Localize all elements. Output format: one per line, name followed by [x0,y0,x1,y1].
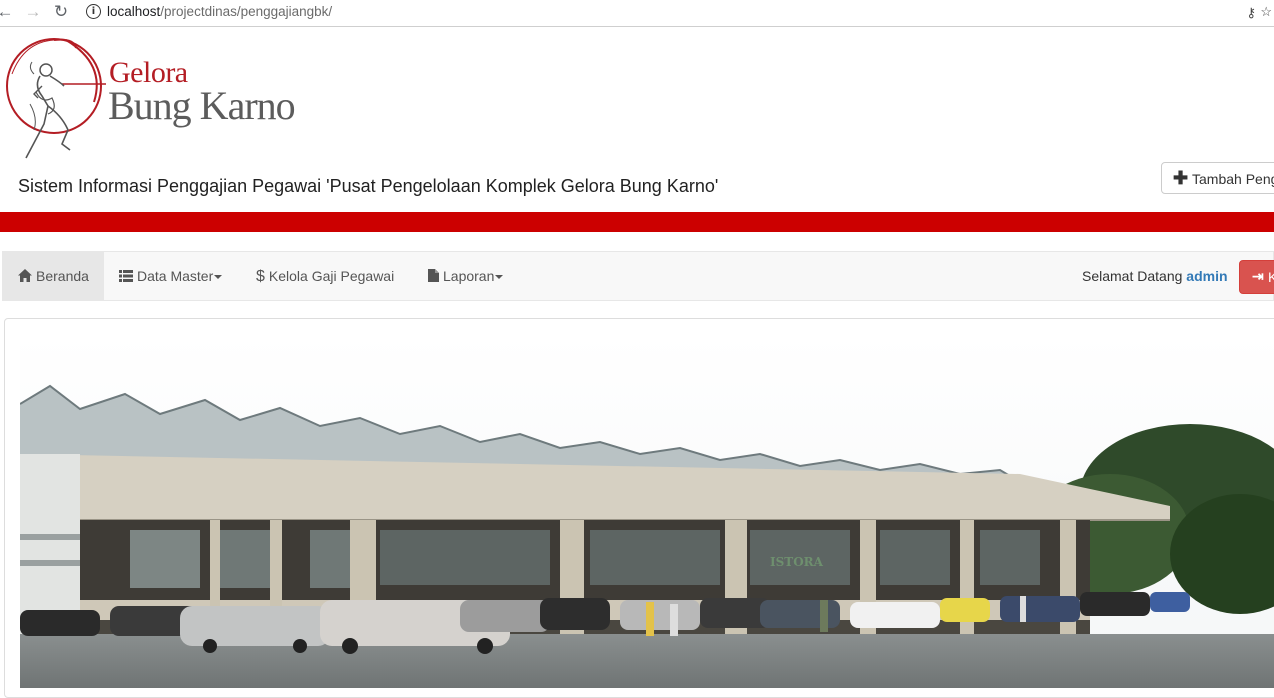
back-icon[interactable]: ← [0,3,14,21]
caret-down-icon [214,275,223,280]
header-red-bar [0,212,1274,232]
file-icon [428,252,439,301]
home-icon [18,252,32,301]
logo: Gelora Bung Karno [4,34,314,162]
add-employee-button[interactable]: ✚ Tambah Peng [1161,162,1274,194]
list-icon [119,252,133,301]
browser-address-bar: ← → ↻ i localhost/projectdinas/penggajia… [0,0,1274,27]
logout-button[interactable]: ⇥ K [1239,260,1274,294]
istora-building-photo: ISTORA [20,334,1274,688]
sign-out-icon: ⇥ [1252,268,1264,284]
star-icon[interactable]: ☆ [1260,4,1272,20]
url-field[interactable]: i localhost/projectdinas/penggajiangbk/ … [82,2,1272,23]
reload-icon[interactable]: ↻ [52,3,70,21]
info-icon[interactable]: i [86,4,101,19]
nav-label-beranda: Beranda [36,268,89,284]
site-title: Sistem Informasi Penggajian Pegawai 'Pus… [18,176,719,196]
add-employee-label: Tambah Peng [1192,171,1274,187]
archer-logo-icon [6,38,106,159]
nav-label-data-master: Data Master [137,268,214,284]
nav-item-beranda[interactable]: Beranda [3,252,104,301]
welcome-text: Selamat Datang admin [1082,252,1228,301]
forward-icon[interactable]: → [24,3,42,21]
welcome-label: Selamat Datang [1082,268,1183,284]
nav-item-laporan[interactable]: Laporan [428,252,504,301]
caret-down-icon [495,275,504,280]
key-icon[interactable]: ⚷ [1246,5,1256,21]
nav-item-kelola-gaji[interactable]: $ Kelola Gaji Pegawai [256,252,394,301]
nav-label-laporan: Laporan [443,268,495,284]
dollar-icon: $ [256,268,265,285]
url-host: localhost [107,4,161,19]
username[interactable]: admin [1186,268,1227,284]
logo-text-bung-karno: Bung Karno [108,83,296,128]
main-navbar: Beranda Data Master $ Kelola Gaji Pegawai… [2,251,1274,301]
logout-label: K [1268,269,1274,285]
nav-item-data-master[interactable]: Data Master [119,252,223,301]
plus-icon: ✚ [1173,168,1189,188]
url-path: /projectdinas/penggajiangbk/ [160,4,333,19]
istora-sign: ISTORA [770,555,824,569]
nav-label-kelola-gaji: Kelola Gaji Pegawai [268,268,395,284]
